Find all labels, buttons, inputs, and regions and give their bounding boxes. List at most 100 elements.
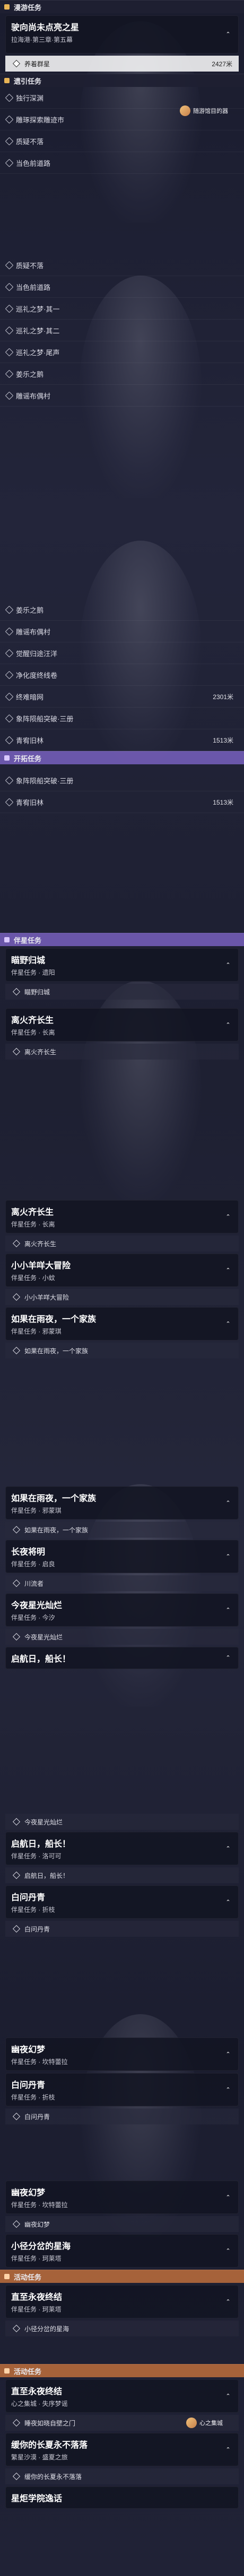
task-step[interactable]: 白问丹青 [5, 1921, 239, 1937]
active-task-step[interactable]: 养着群星 2427米 [5, 56, 239, 72]
chevron-up-icon[interactable]: ⌃ [224, 1607, 232, 1614]
task-subtitle: 伴星任务 · 今汐 [11, 1614, 55, 1621]
task-subtitle: 伴星任务 · 遗阳 [11, 969, 55, 976]
chevron-up-icon[interactable]: ⌃ [224, 1499, 232, 1507]
distance-label: 2427米 [212, 60, 232, 68]
chevron-up-icon[interactable]: ⌃ [224, 2086, 232, 2094]
section-title: 活动任务 [14, 2367, 42, 2376]
task-step[interactable]: 缓你的长夏永不落落 [5, 2468, 239, 2484]
item-label: 巡礼之梦·其一 [16, 305, 60, 313]
chevron-up-icon[interactable]: ⌃ [224, 2051, 232, 2058]
list-item[interactable]: 质疑不落 [0, 254, 244, 276]
list-item[interactable]: 终难暗网 2301米 [0, 686, 244, 708]
task-step[interactable]: 白问丹青 [5, 2109, 239, 2124]
chevron-up-icon[interactable]: ⌃ [224, 1213, 232, 1221]
diamond-icon [5, 93, 14, 102]
list-item[interactable]: 巡礼之梦·尾声 [0, 341, 244, 363]
task-card[interactable]: 直至永夜终结 伴星任务 · 珂莱塔 ⌃ [5, 2285, 239, 2318]
step-label: 如果在雨夜，一个家族 [24, 1526, 89, 1534]
chevron-up-icon[interactable]: ⌃ [224, 961, 232, 969]
task-subtitle: 伴星任务 · 珂莱塔 [11, 2306, 62, 2313]
section-title: 开拓任务 [14, 754, 42, 763]
list-item[interactable]: 姜乐之鹅 [0, 363, 244, 385]
task-step[interactable]: 小小羊咩大冒险 [5, 1289, 239, 1305]
task-step[interactable]: 今夜星光灿烂 [5, 1629, 239, 1645]
step-icon [12, 2324, 21, 2333]
task-card[interactable]: 离火齐长生 伴星任务 · 长离 ⌃ [5, 1008, 239, 1042]
chevron-up-icon[interactable]: ⌃ [224, 1845, 232, 1852]
task-card[interactable]: 小径分岔的星海 伴星任务 · 珂莱塔 ⌃ [5, 2234, 239, 2268]
chevron-up-icon[interactable]: ⌃ [224, 1021, 232, 1029]
task-step[interactable]: 如果在雨夜，一个家族 [5, 1522, 239, 1538]
chevron-up-icon[interactable]: ⌃ [224, 1553, 232, 1560]
chevron-up-icon[interactable]: ⌃ [224, 31, 232, 38]
chevron-up-icon[interactable]: ⌃ [224, 2298, 232, 2306]
task-card[interactable]: 长夜将明 伴星任务 · 启良 ⌃ [5, 1540, 239, 1573]
item-label: 青宥旧林 [16, 798, 44, 807]
section-square-icon [4, 937, 10, 942]
task-step[interactable]: 小径分岔的星海 [5, 2321, 239, 2336]
task-card[interactable]: 星炬学院逸话 [5, 2486, 239, 2509]
task-step[interactable]: 启航日，船长！ [5, 1867, 239, 1883]
list-item[interactable]: 觉醒归途汪洋 [0, 642, 244, 664]
task-card[interactable]: 离火齐长生 伴星任务 · 长离 ⌃ [5, 1200, 239, 1233]
task-card[interactable]: 驶向尚未点亮之星 拉海港·第三章·第五幕 ⌃ [5, 15, 239, 54]
item-label: 巡礼之梦·其二 [16, 327, 60, 335]
diamond-icon [5, 627, 14, 636]
task-card[interactable]: 幽夜幻梦 伴星任务 · 坎特蕾拉 ⌃ [5, 2181, 239, 2214]
step-icon [12, 1047, 21, 1056]
list-item[interactable]: 净化度终线卷 [0, 664, 244, 686]
chevron-up-icon[interactable]: ⌃ [224, 1267, 232, 1274]
task-card[interactable]: 启航日，船长！ ⌃ [5, 1647, 239, 1669]
task-step[interactable]: 今夜星光灿烂 [5, 1814, 239, 1830]
list-item[interactable]: 姜乐之鹅 [0, 599, 244, 621]
item-label: 当色前道路 [16, 159, 51, 167]
list-item[interactable]: 青宥旧林 1513米 [0, 729, 244, 751]
list-item[interactable]: 象阵陨船突破·三册 [0, 770, 244, 791]
screen-10: 活动任务 直至永夜终结 心之集城 · 失序梦谣 ⌃ 睡夜如晓自壁之门 心之集城 … [0, 2364, 244, 2576]
chevron-up-icon[interactable]: ⌃ [224, 2247, 232, 2255]
task-step[interactable]: 离火齐长生 [5, 1236, 239, 1251]
list-item[interactable]: 象阵陨船突破·三册 [0, 708, 244, 729]
list-item[interactable]: 雕谣布偶村 [0, 385, 244, 407]
task-card[interactable]: 幽夜幻梦 伴星任务 · 坎特蕾拉 ⌃ [5, 2037, 239, 2071]
list-item[interactable]: 雕琢探索雕迹市 随游馆目的器 [0, 105, 244, 130]
chevron-up-icon[interactable]: ⌃ [224, 2194, 232, 2201]
task-card[interactable]: 缓你的长夏永不落落 繁星沙漠 · 盛夏之旅 ⌃ [5, 2433, 239, 2466]
screen-4: 伴星任务 瞄野归城 伴星任务 · 遗阳 ⌃ 瞄野归城 离火齐长生 伴星任务 · … [0, 933, 244, 1187]
task-step[interactable]: 如果在雨夜，一个家族 [5, 1343, 239, 1358]
task-step[interactable]: 川流者 [5, 1575, 239, 1591]
task-card[interactable]: 直至永夜终结 心之集城 · 失序梦谣 ⌃ [5, 2379, 239, 2413]
task-card[interactable]: 小小羊咩大冒险 伴星任务 · 小蚊 ⌃ [5, 1254, 239, 1287]
list-item[interactable]: 质疑不落 [0, 130, 244, 152]
list-item[interactable]: 青宥旧林 1513米 [0, 791, 244, 813]
task-card[interactable]: 今夜星光灿烂 伴星任务 · 今汐 ⌃ [5, 1593, 239, 1627]
list-item[interactable]: 当色前道路 [0, 152, 244, 174]
task-step[interactable]: 离火齐长生 [5, 1044, 239, 1060]
item-label: 象阵陨船突破·三册 [16, 777, 74, 785]
list-item[interactable]: 当色前道路 [0, 276, 244, 298]
task-title: 今夜星光灿烂 [11, 1601, 63, 1610]
task-step[interactable]: 睡夜如晓自壁之门 心之集城 [5, 2415, 239, 2431]
task-step[interactable]: 瞄野归城 [5, 984, 239, 1000]
task-card[interactable]: 瞄野归城 伴星任务 · 遗阳 ⌃ [5, 948, 239, 982]
chevron-up-icon[interactable]: ⌃ [224, 1654, 232, 1662]
task-title: 离火齐长生 [11, 1208, 54, 1217]
diamond-icon [5, 115, 14, 123]
task-card[interactable]: 启航日，船长！ 伴星任务 · 洛可可 ⌃ [5, 1832, 239, 1865]
step-label: 养着群星 [24, 60, 50, 68]
task-card[interactable]: 如果在雨夜，一个家族 伴星任务 · 邪蒙琪 ⌃ [5, 1486, 239, 1520]
chevron-up-icon[interactable]: ⌃ [224, 2446, 232, 2454]
task-step[interactable]: 幽夜幻梦 [5, 2216, 239, 2232]
chevron-up-icon[interactable]: ⌃ [224, 1899, 232, 1906]
list-item[interactable]: 巡礼之梦·其二 [0, 320, 244, 341]
chevron-up-icon[interactable]: ⌃ [224, 2393, 232, 2400]
list-item[interactable]: 巡礼之梦·其一 [0, 298, 244, 320]
task-card[interactable]: 如果在雨夜，一个家族 伴星任务 · 邪蒙琪 ⌃ [5, 1307, 239, 1340]
list-item[interactable]: 雕谣布偶村 [0, 621, 244, 642]
chevron-up-icon[interactable]: ⌃ [224, 1320, 232, 1328]
task-card[interactable]: 白问丹青 伴星任务 · 折枝 ⌃ [5, 2073, 239, 2106]
distance-label: 2301米 [213, 693, 233, 701]
task-card[interactable]: 白问丹青 伴星任务 · 折枝 ⌃ [5, 1885, 239, 1919]
section-header-companion-mission: 伴星任务 [0, 933, 244, 946]
